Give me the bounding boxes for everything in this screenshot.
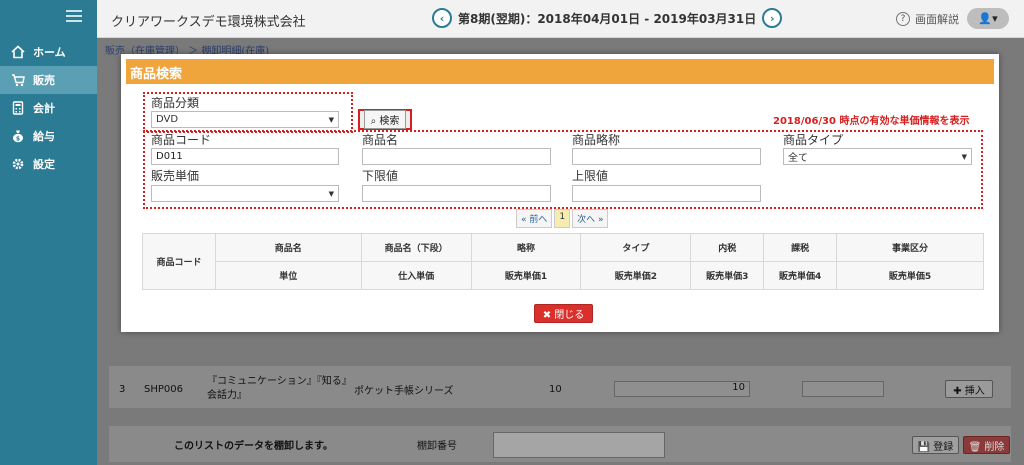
price-date-notice: 2018/06/30 時点の有効な単価情報を表示	[773, 116, 970, 127]
search-button[interactable]: ⌕ 検索	[358, 109, 412, 130]
table-header-row: 商品コード 商品名 商品名（下段） 略称 タイプ 内税 課税 事業区分	[142, 233, 984, 290]
row-series: ポケット手帳シリーズ	[354, 385, 454, 397]
insert-button[interactable]: ✚ 挿入	[945, 380, 993, 398]
svg-text:$: $	[16, 135, 20, 142]
sidebar-item-label: 会計	[33, 102, 55, 115]
upper-limit-input[interactable]	[572, 185, 761, 202]
column-header: 仕入単価	[360, 261, 472, 290]
lower-limit-input[interactable]	[362, 185, 551, 202]
column-header: 商品名	[214, 233, 362, 262]
inventory-number-label: 棚卸番号	[417, 441, 457, 452]
gear-icon	[12, 158, 24, 170]
lower-limit-label: 下限値	[362, 169, 399, 183]
delete-button[interactable]: 🗑 削除	[963, 436, 1010, 454]
results-table: 商品コード 商品名 商品名（下段） 略称 タイプ 内税 課税 事業区分 単位 仕…	[142, 233, 984, 290]
calculator-icon	[12, 101, 24, 115]
column-header: 販売単価3	[690, 261, 765, 290]
sidebar-item-home[interactable]: ホーム	[0, 38, 97, 66]
column-header: 略称	[470, 233, 582, 262]
period-text: 第8期(翌期)：2018年04月01日 - 2019年03月31日	[458, 11, 757, 26]
row-quantity: 10	[549, 383, 562, 395]
product-name-input[interactable]	[362, 148, 551, 165]
fiscal-period: ‹ 第8期(翌期)：2018年04月01日 - 2019年03月31日 ›	[432, 8, 783, 28]
help-label: 画面解説	[915, 13, 959, 26]
inventory-number-input[interactable]	[493, 432, 665, 458]
search-button-label: ⌕ 検索	[363, 110, 407, 129]
column-header: 販売単価2	[580, 261, 692, 290]
upper-limit-label: 上限値	[572, 169, 609, 183]
inventory-message: このリストのデータを棚卸します。	[174, 441, 333, 452]
cart-icon	[12, 74, 25, 87]
sidebar-nav: ホーム 販売 会計 $ 給与 設定	[0, 38, 97, 178]
product-code-label: 商品コード	[151, 133, 212, 147]
category-select-value: DVD	[156, 114, 179, 125]
column-header: 内税	[690, 233, 765, 262]
next-page-button[interactable]: 次へ »	[572, 209, 609, 228]
category-label: 商品分類	[151, 96, 200, 110]
column-header: 単位	[214, 261, 362, 290]
row-code: SHP006	[144, 383, 183, 395]
register-button[interactable]: 💾 登録	[912, 436, 959, 454]
row-number: 3	[119, 383, 126, 395]
sale-price-label: 販売単価	[151, 169, 200, 183]
sidebar: ホーム 販売 会計 $ 給与 設定	[0, 0, 97, 465]
product-name-label: 商品名	[362, 133, 399, 147]
user-menu-button[interactable]: 👤▾	[967, 8, 1009, 29]
sale-price-select[interactable]: ▼	[151, 185, 339, 202]
product-search-modal: 商品検索 商品分類 DVD ▼ ⌕ 検索 2018/06/30 時点の有効な単価…	[121, 54, 999, 332]
help-link[interactable]: ? 画面解説	[896, 11, 959, 27]
column-header: 課税	[763, 233, 838, 262]
column-header: タイプ	[580, 233, 692, 262]
pagination: « 前へ 1 次へ »	[516, 209, 610, 228]
home-icon	[11, 45, 25, 59]
sidebar-item-label: 設定	[33, 158, 55, 171]
question-icon: ?	[896, 12, 910, 26]
sidebar-item-label: ホーム	[33, 46, 66, 59]
table-row: 3 SHP006 『コミュニケーション』『知る』会話力』 ポケット手帳シリーズ …	[109, 371, 1011, 407]
sidebar-item-accounting[interactable]: 会計	[0, 94, 97, 122]
product-abbr-label: 商品略称	[572, 133, 621, 147]
column-header: 販売単価5	[836, 261, 984, 290]
product-code-input[interactable]	[151, 148, 339, 165]
modal-header: 商品検索	[126, 59, 994, 84]
table-header-row: 単位 仕入単価 販売単価1 販売単価2 販売単価3 販売単価4 販売単価5	[143, 261, 984, 290]
column-header: 商品コード	[142, 233, 216, 290]
product-abbr-input[interactable]	[572, 148, 761, 165]
top-header: クリアワークスデモ環境株式会社 ‹ 第8期(翌期)：2018年04月01日 - …	[97, 0, 1024, 38]
prev-period-button[interactable]: ‹	[432, 8, 452, 28]
modal-title: 商品検索	[130, 67, 183, 82]
sidebar-item-label: 販売	[33, 74, 55, 87]
next-period-button[interactable]: ›	[762, 8, 783, 28]
column-header: 商品名（下段）	[360, 233, 472, 262]
row-name: 『コミュニケーション』『知る』会話力』	[207, 376, 347, 401]
row-note-input[interactable]	[802, 381, 884, 397]
money-bag-icon: $	[13, 130, 23, 143]
row-count-input[interactable]: 10	[614, 381, 750, 397]
product-type-label: 商品タイプ	[783, 133, 844, 147]
column-header: 販売単価1	[470, 261, 582, 290]
sidebar-item-sales[interactable]: 販売	[0, 66, 97, 94]
sidebar-item-settings[interactable]: 設定	[0, 150, 97, 178]
sidebar-item-label: 給与	[33, 130, 55, 143]
menu-toggle-icon[interactable]	[66, 10, 82, 22]
column-header: 事業区分	[836, 233, 984, 262]
prev-page-button[interactable]: « 前へ	[516, 209, 553, 228]
caret-down-icon: ▼	[961, 152, 967, 161]
caret-down-icon: ▼	[328, 189, 334, 198]
inventory-footer: このリストのデータを棚卸します。 棚卸番号 💾 登録 🗑 削除	[109, 426, 1011, 462]
close-button[interactable]: ✖ 閉じる	[534, 304, 593, 323]
company-name: クリアワークスデモ環境株式会社	[111, 15, 306, 30]
sidebar-item-payroll[interactable]: $ 給与	[0, 122, 97, 150]
current-page[interactable]: 1	[554, 209, 571, 228]
product-type-select[interactable]: 全て ▼	[783, 148, 972, 165]
category-select[interactable]: DVD ▼	[151, 111, 339, 128]
caret-down-icon: ▼	[328, 115, 334, 124]
column-header: 販売単価4	[763, 261, 838, 290]
product-type-value: 全て	[788, 153, 808, 164]
